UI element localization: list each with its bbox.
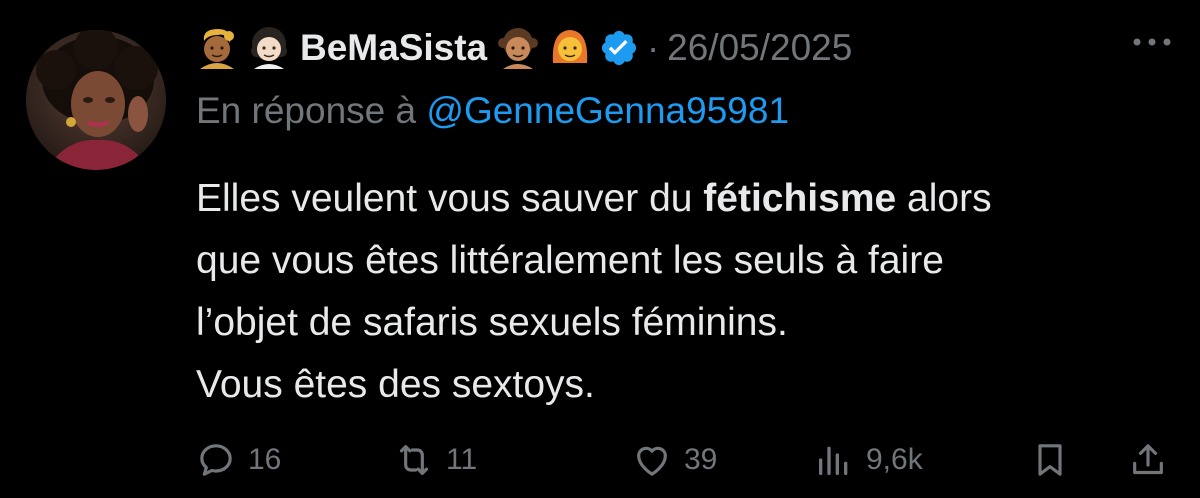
author-name[interactable]: BeMaSista (300, 27, 487, 69)
tweet-text-line: l’objet de safaris sexuels féminins. (196, 301, 788, 344)
views-bar-chart-icon (819, 446, 848, 475)
person-blond-hair-emoji-icon (200, 29, 234, 69)
more-options-icon[interactable] (1130, 32, 1174, 52)
girl-emoji-icon (498, 28, 539, 69)
share-icon (1133, 444, 1163, 475)
retweet-button[interactable]: 11 (394, 432, 477, 488)
reply-count: 16 (248, 443, 282, 476)
tweet-text-line: Elles veulent vous sauver du fétichisme … (196, 177, 992, 220)
bookmark-button[interactable] (1030, 432, 1070, 488)
tweet-header: BeMaSista · 26/05/2025 (196, 20, 852, 76)
avatar[interactable] (26, 30, 166, 170)
reply-handle-link[interactable]: @GenneGenna95981 (426, 90, 789, 131)
emphasized-word: fétichisme (703, 177, 897, 220)
tweet-body: Elles veulent vous sauver du fétichisme … (196, 168, 1176, 416)
verified-badge-icon[interactable] (599, 28, 639, 68)
retweet-icon (399, 445, 429, 475)
reply-context: En réponse à @GenneGenna95981 (196, 90, 789, 132)
reply-icon (200, 444, 232, 476)
tweet-actions: 16 11 39 9,6k (196, 432, 1176, 488)
woman-curly-hair-emoji-icon (251, 27, 287, 69)
tweet-date[interactable]: 26/05/2025 (667, 27, 852, 69)
avatar-image (26, 30, 166, 170)
woman-red-hair-emoji-icon (552, 30, 588, 63)
like-count: 39 (684, 443, 718, 476)
reply-button[interactable]: 16 (196, 432, 281, 488)
tweet-text-line: que vous êtes littéralement les seuls à … (196, 239, 944, 282)
like-button[interactable]: 39 (632, 432, 717, 488)
tweet-text-line: Vous êtes des sextoys. (196, 363, 595, 406)
bookmark-icon (1038, 444, 1062, 476)
view-count: 9,6k (866, 443, 923, 476)
retweet-count: 11 (446, 443, 478, 476)
reply-prefix: En réponse à (196, 90, 427, 131)
heart-icon (637, 446, 667, 476)
header-separator: · (647, 27, 660, 68)
share-button[interactable] (1128, 432, 1168, 488)
views-button[interactable]: 9,6k (814, 432, 923, 488)
